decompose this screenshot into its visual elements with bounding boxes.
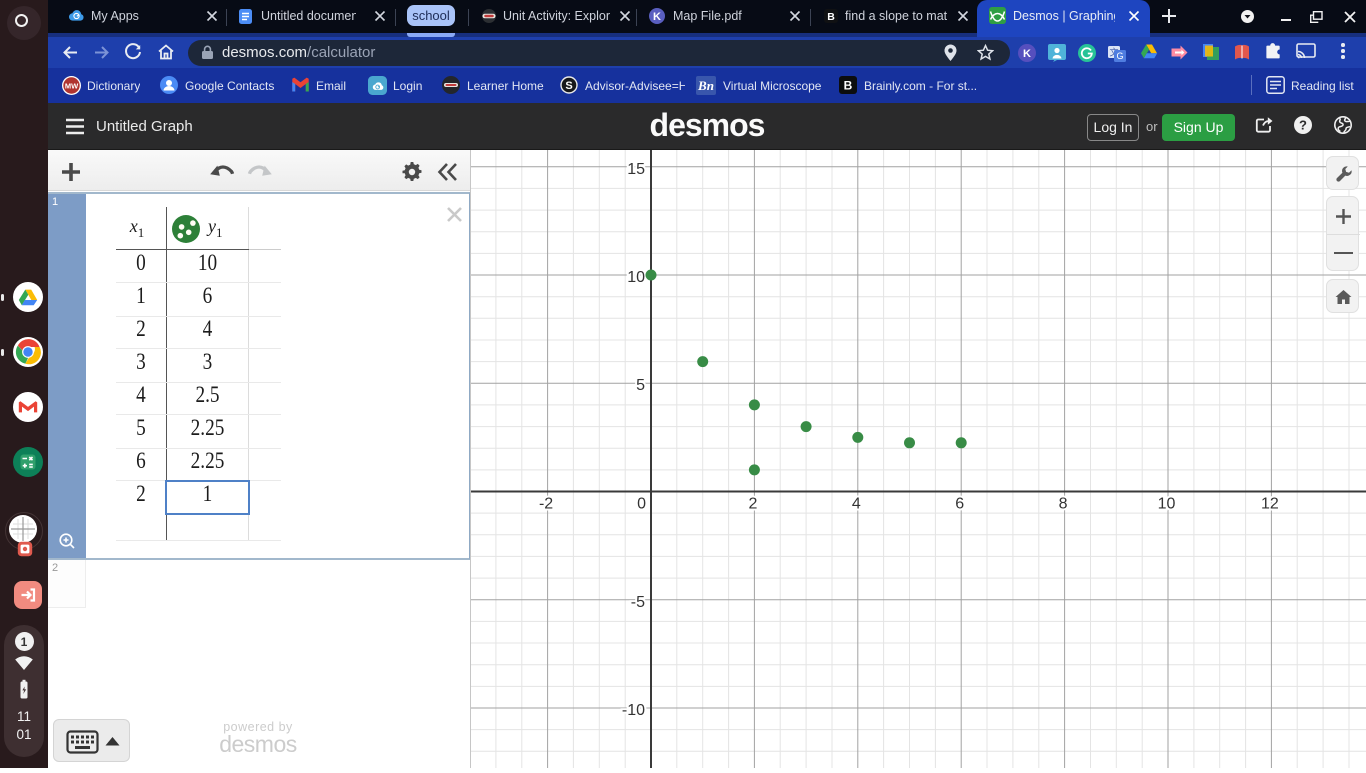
svg-text:2: 2 [748,496,757,513]
svg-text:-10: -10 [622,702,645,719]
svg-text:10: 10 [1158,496,1176,513]
svg-text:6: 6 [955,496,964,513]
svg-text:4: 4 [852,496,861,513]
svg-text:10: 10 [627,269,645,286]
svg-text:MW: MW [65,82,79,91]
svg-text:K: K [1023,48,1031,60]
svg-text:0: 0 [637,496,646,513]
svg-text:Bn: Bn [697,78,714,93]
svg-text:B: B [844,79,853,93]
svg-text:12: 12 [1261,496,1279,513]
svg-text:-2: -2 [539,496,553,513]
svg-text:-5: -5 [631,594,645,611]
svg-text:15: 15 [627,161,645,178]
svg-text:K: K [653,11,661,23]
svg-text:S: S [565,80,572,92]
svg-text:8: 8 [1059,496,1068,513]
svg-text:?: ? [1299,118,1307,133]
svg-text:B: B [827,11,835,23]
svg-text:G: G [1116,51,1123,61]
svg-text:5: 5 [636,377,645,394]
